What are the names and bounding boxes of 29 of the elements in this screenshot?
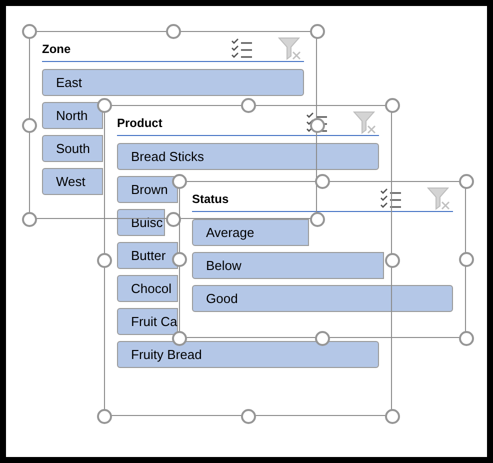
slicer-item[interactable]: North: [42, 102, 103, 129]
slicer-item[interactable]: Bread Sticks: [117, 143, 379, 170]
slicer-item[interactable]: Brown: [117, 176, 178, 203]
resize-handle[interactable]: [96, 253, 112, 268]
multi-select-icon[interactable]: [230, 38, 254, 60]
slicer-item[interactable]: Below: [192, 252, 384, 279]
slicer-item[interactable]: Good: [192, 285, 453, 312]
slicer-item[interactable]: Average: [192, 219, 308, 246]
resize-handle[interactable]: [22, 24, 36, 38]
slicer-item[interactable]: Fruity Bread: [117, 341, 379, 368]
slicer-item[interactable]: Fruit Ca: [117, 308, 178, 335]
resize-handle[interactable]: [458, 174, 474, 188]
resize-handle[interactable]: [384, 408, 400, 424]
resize-handle[interactable]: [96, 408, 112, 424]
slicer-title: Product: [117, 114, 162, 132]
resize-handle[interactable]: [310, 24, 324, 38]
slicer-item[interactable]: Butter: [117, 242, 178, 269]
resize-handle[interactable]: [458, 330, 474, 346]
resize-handle[interactable]: [22, 212, 36, 226]
resize-handle[interactable]: [166, 24, 180, 38]
slicer-title: Zone: [42, 40, 71, 58]
slicer-item[interactable]: South: [42, 135, 103, 162]
multi-select-icon[interactable]: [379, 188, 403, 210]
slicer-item[interactable]: Chocol: [117, 275, 178, 302]
slicer-item[interactable]: West: [42, 168, 103, 195]
resize-handle[interactable]: [384, 98, 400, 112]
slicer-title: Status: [192, 190, 229, 208]
resize-handle[interactable]: [22, 118, 36, 132]
slicer-item[interactable]: East: [42, 69, 304, 96]
